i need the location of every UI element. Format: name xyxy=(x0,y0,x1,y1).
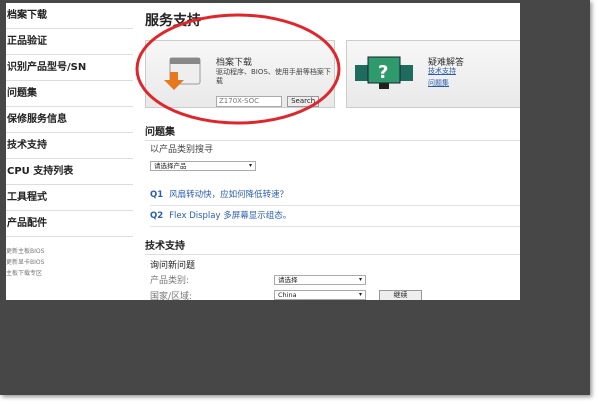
web-page: 档案下载 正品验证 识别产品型号/SN 问题集 保修服务信息 技术支持 CPU … xyxy=(6,3,520,300)
red-annotation-ellipse xyxy=(135,13,341,125)
dark-backdrop: 档案下载 正品验证 识别产品型号/SN 问题集 保修服务信息 技术支持 CPU … xyxy=(0,0,590,395)
